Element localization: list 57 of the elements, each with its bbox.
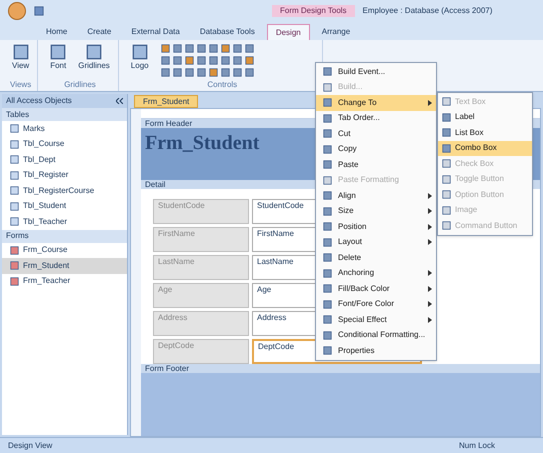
nav-item[interactable]: Frm_Student — [2, 258, 127, 274]
chevron-icon — [116, 98, 123, 104]
menu-item[interactable]: Font/Fore Color — [316, 296, 436, 312]
grid-icon — [86, 44, 102, 60]
ribbon-tab[interactable]: Design — [266, 24, 310, 40]
menu-item[interactable]: Special Effect — [316, 312, 436, 328]
nav-section-header[interactable]: Forms — [2, 230, 127, 242]
grid-icon — [12, 44, 29, 60]
status-bar: Design View Num Lock — [0, 437, 543, 453]
ribbon-button[interactable]: View — [8, 44, 34, 72]
nav-item[interactable]: Tbl_Course — [2, 136, 127, 152]
group-label: Controls — [206, 79, 238, 91]
nav-item[interactable]: Frm_Teacher — [2, 274, 127, 289]
menu-item[interactable]: Properties — [316, 343, 436, 358]
nav-item[interactable]: Tbl_RegisterCourse — [2, 183, 127, 198]
ribbon-button[interactable]: Font — [46, 44, 70, 72]
nav-item[interactable]: Tbl_Teacher — [2, 214, 127, 230]
menu-item[interactable]: Delete — [316, 250, 436, 266]
menu-item[interactable]: Cut — [316, 126, 436, 142]
ribbon-button[interactable]: Gridlines — [74, 44, 114, 72]
ribbon-tab[interactable]: External Data — [123, 24, 188, 40]
menu-item[interactable]: Build Event... — [316, 64, 436, 80]
form-title: Frm_Student — [145, 132, 260, 154]
group-label: Views — [9, 79, 32, 91]
nav-item[interactable]: Tbl_Register — [2, 168, 127, 183]
document-tab[interactable]: Frm_Student — [134, 95, 198, 108]
ribbon-tab[interactable]: Arrange — [314, 24, 358, 40]
nav-item[interactable]: Tbl_Student — [2, 198, 127, 214]
ribbon-tab[interactable]: Create — [79, 24, 120, 40]
nav-item[interactable]: Marks — [2, 121, 127, 136]
save-icon — [34, 6, 44, 16]
grid-icon — [50, 44, 66, 60]
menu-item[interactable]: Conditional Formatting... — [316, 328, 436, 343]
pane-header[interactable]: All Access Objects — [2, 94, 127, 108]
nav-section-header[interactable]: Tables — [2, 108, 127, 121]
menu-item[interactable]: Position — [316, 219, 436, 234]
menu-item[interactable]: Size — [316, 204, 436, 219]
menu-item[interactable]: Anchoring — [316, 266, 436, 281]
menu-item[interactable]: Layout — [316, 234, 436, 250]
menu-item[interactable]: Change To — [316, 95, 436, 110]
nav-item[interactable]: Tbl_Dept — [2, 152, 127, 168]
window-title: Employee : Database (Access 2007) — [362, 5, 492, 17]
ribbon-button[interactable]: Logo — [126, 44, 153, 72]
menu-item[interactable]: Align — [316, 188, 436, 204]
ribbon-tab[interactable]: Database Tools — [192, 24, 263, 40]
menu-item[interactable]: Combo Box — [438, 140, 532, 156]
section-bar: Form Footer — [141, 364, 540, 373]
group-label: Gridlines — [63, 79, 97, 91]
ribbon-tab[interactable]: Home — [38, 24, 76, 40]
office-button[interactable] — [8, 2, 26, 20]
nav-item[interactable]: Frm_Course — [2, 242, 127, 258]
menu-item[interactable]: List Box — [438, 125, 532, 140]
menu-item[interactable]: Paste — [316, 157, 436, 172]
menu-item[interactable]: Copy — [316, 142, 436, 157]
menu-item[interactable]: Fill/Back Color — [316, 281, 436, 296]
contextual-tab-group: Form Design Tools — [272, 5, 355, 17]
grid-icon — [132, 44, 148, 60]
